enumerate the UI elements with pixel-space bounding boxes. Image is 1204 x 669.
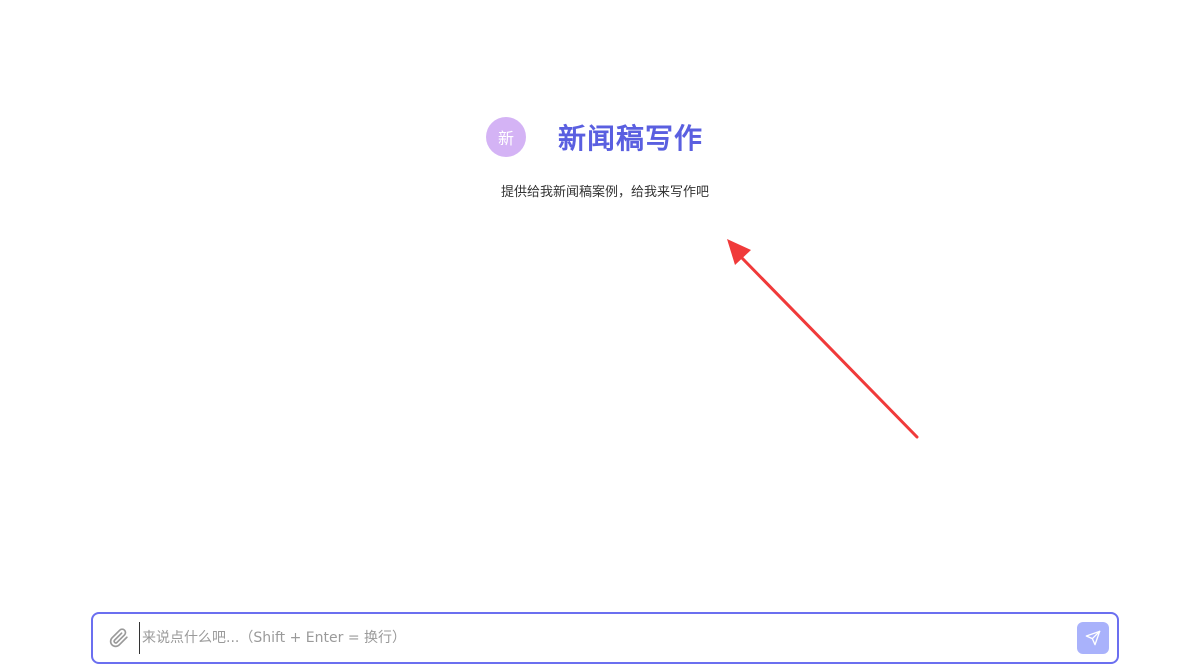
message-input[interactable] — [139, 622, 1077, 654]
annotation-arrow-head — [727, 239, 751, 265]
paperclip-icon — [109, 628, 128, 648]
send-icon — [1085, 630, 1101, 646]
attach-button[interactable] — [107, 626, 131, 650]
annotation-arrow-shaft — [740, 256, 919, 439]
chat-page: 新 新闻稿写作 提供给我新闻稿案例，给我来写作吧 — [0, 0, 1204, 669]
agent-description: 提供给我新闻稿案例，给我来写作吧 — [500, 185, 709, 200]
annotation-arrow-icon — [727, 239, 919, 439]
agent-header: 新 新闻稿写作 — [486, 117, 703, 157]
send-button[interactable] — [1077, 622, 1109, 654]
avatar: 新 — [486, 117, 526, 157]
message-composer — [91, 612, 1119, 664]
page-title: 新闻稿写作 — [558, 122, 704, 155]
